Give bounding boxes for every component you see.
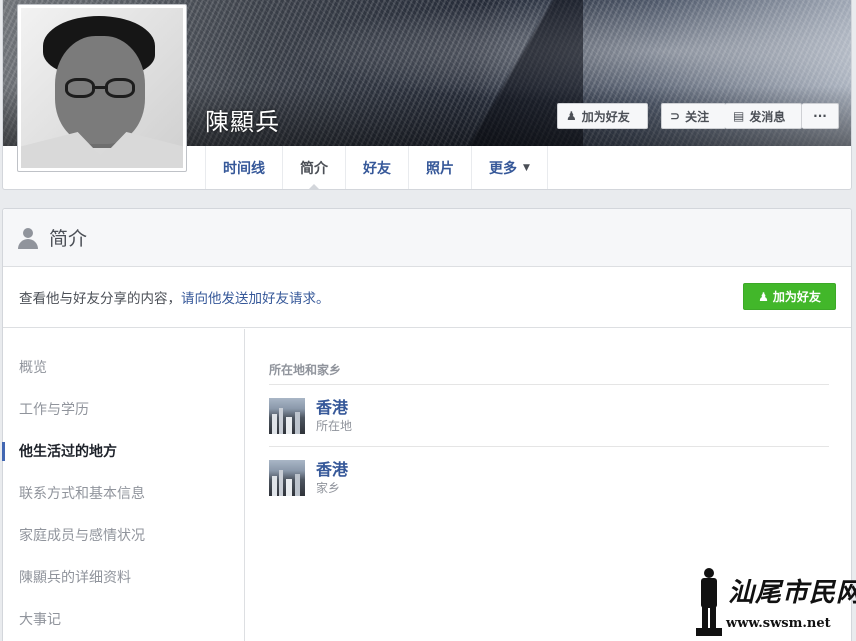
place-text: 香港 家乡 [316,460,348,496]
more-options-button[interactable]: ··· [802,103,839,129]
message-label: 发消息 [749,109,786,124]
tab-about-label: 简介 [300,160,328,177]
statue-logo-icon [696,568,722,636]
avatar-glasses [105,78,135,98]
tab-photos[interactable]: 照片 [408,146,471,189]
places-heading: 所在地和家乡 [269,361,829,385]
about-header: 简介 [3,209,851,267]
avatar-glasses [65,78,95,98]
tab-about[interactable]: 简介 [282,146,345,190]
friend-request-bar: 查看他与好友分享的内容， 请向他发送加好友请求。 ♟ 加为好友 [3,267,851,328]
nav-item-label: 大事记 [19,612,61,628]
nav-item-contact-info[interactable]: 联系方式和基本信息 [3,472,244,514]
rss-icon: ⊃ [670,109,681,123]
nav-item-places-lived[interactable]: 他生活过的地方 [2,430,244,472]
city-thumbnail[interactable] [269,397,305,434]
nav-item-label: 陳顯兵的详细资料 [19,570,131,586]
add-friend-button[interactable]: ♟ 加为好友 [557,103,648,129]
tab-timeline-label: 时间线 [223,160,265,177]
list-item: 香港 家乡 [269,447,829,509]
tab-photos-label: 照片 [426,160,454,177]
tab-more[interactable]: 更多 ▼ [471,146,548,189]
chevron-down-icon: ▼ [523,162,530,173]
avatar-glasses-bridge [95,86,105,89]
tab-friends[interactable]: 好友 [345,146,408,189]
nav-item-family-relationships[interactable]: 家庭成员与感情状况 [3,514,244,556]
watermark-script: 汕尾市民网 [728,578,856,608]
nav-item-label: 工作与学历 [19,402,89,418]
nav-item-label: 家庭成员与感情状况 [19,528,145,544]
nav-item-work-education[interactable]: 工作与学历 [3,388,244,430]
message-button[interactable]: ▤ 发消息 [725,103,802,129]
place-name-link[interactable]: 香港 [316,398,352,418]
tab-more-label: 更多 [489,160,517,177]
profile-tabs: 时间线 简介 好友 照片 更多 ▼ [205,146,548,190]
nav-item-details[interactable]: 陳顯兵的详细资料 [3,556,244,598]
profile-header: 陳顯兵 ♟ 加为好友 ⊃ 关注 ▤ 发消息 ··· 时间线 简介 好友 照片 更… [2,0,852,190]
friend-request-text: 查看他与好友分享的内容， [19,291,181,307]
city-thumbnail[interactable] [269,460,305,496]
add-friend-green-button[interactable]: ♟ 加为好友 [743,283,836,310]
person-icon [16,226,40,250]
friend-request-link[interactable]: 请向他发送加好友请求。 [181,287,330,307]
nav-item-label: 他生活过的地方 [19,444,117,460]
tab-timeline[interactable]: 时间线 [205,146,282,189]
add-friend-label: 加为好友 [581,109,630,124]
more-dots-icon: ··· [813,109,827,123]
add-friend-icon: ♟ [758,289,769,304]
profile-picture[interactable] [17,4,187,172]
place-text: 香港 所在地 [316,398,352,434]
place-name-link[interactable]: 香港 [316,460,348,480]
nav-item-life-events[interactable]: 大事记 [3,598,244,640]
place-type: 所在地 [316,418,353,433]
follow-button[interactable]: ⊃ 关注 [661,103,726,129]
nav-item-label: 概览 [19,360,47,376]
tab-friends-label: 好友 [363,160,391,177]
list-item: 香港 所在地 [269,385,829,447]
add-friend-icon: ♟ [566,109,577,123]
site-watermark: 汕尾市民网 www.swsm.net [692,566,856,638]
follow-label: 关注 [685,109,710,124]
about-sidebar: 概览 工作与学历 他生活过的地方 联系方式和基本信息 家庭成员与感情状况 陳顯兵… [2,329,245,641]
watermark-url: www.swsm.net [726,616,831,631]
message-icon: ▤ [733,109,745,123]
nav-item-overview[interactable]: 概览 [3,346,244,388]
nav-item-label: 联系方式和基本信息 [19,486,145,502]
avatar [21,8,183,168]
profile-name[interactable]: 陳顯兵 [205,102,280,137]
add-friend-green-label: 加为好友 [772,290,821,304]
place-type: 家乡 [316,481,341,495]
about-title: 简介 [49,228,88,250]
